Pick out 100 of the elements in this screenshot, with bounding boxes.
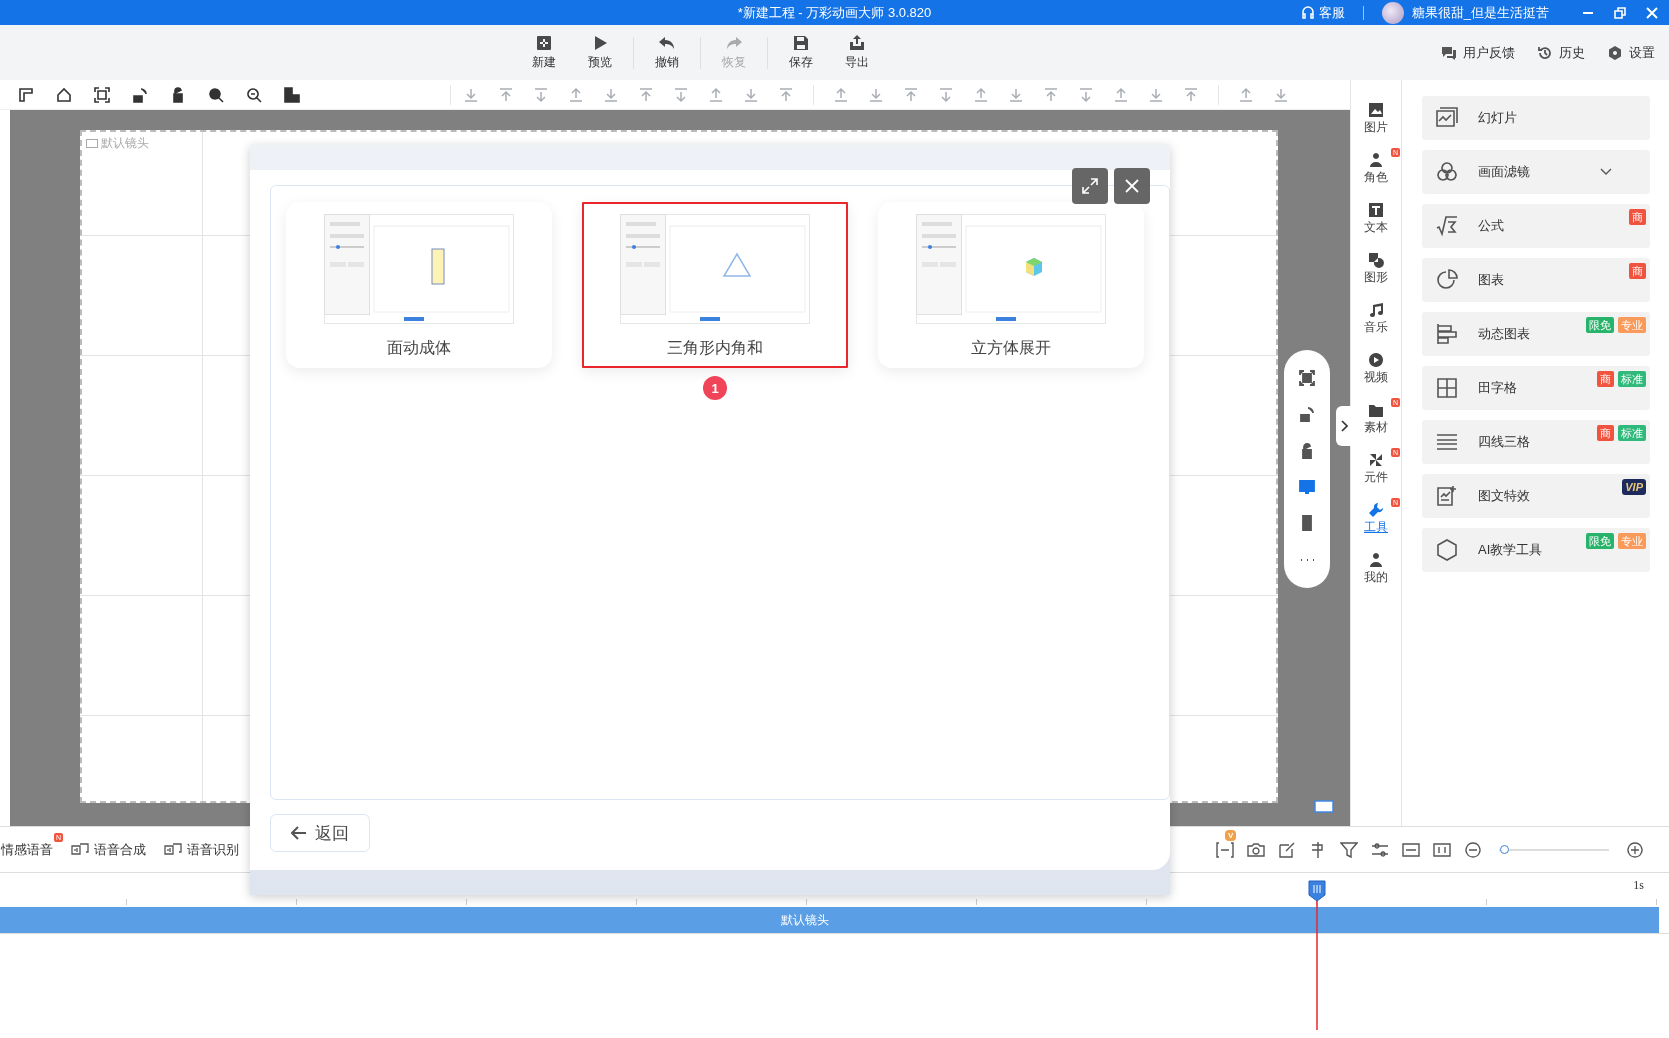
history-icon [1537,44,1553,61]
monitor-icon[interactable] [1299,479,1315,496]
sidebar-tab[interactable]: 元件 [1364,452,1388,486]
restore-icon[interactable] [1613,5,1627,20]
close-icon[interactable] [1645,5,1659,20]
tag: 商 [1597,371,1614,387]
close-button[interactable] [1114,168,1150,204]
pie-chart-icon [1436,269,1458,291]
tool-item[interactable]: 图文特效 VIP [1422,474,1650,518]
template-card[interactable]: 三角形内角和 [582,202,848,368]
voice-tool[interactable]: 情感语音 [1,840,53,859]
time-label: 1s [1633,878,1644,893]
tool-item[interactable]: 画面滤镜 [1422,150,1650,194]
toolbar-button[interactable]: 新建 [516,34,572,71]
fullscreen-button[interactable] [1072,168,1108,204]
zoom-out-icon[interactable] [246,86,262,103]
camera-frame-icon [86,139,98,148]
expand-icon [1082,178,1098,194]
text-icon [1368,202,1384,218]
actual-size-icon[interactable] [1433,840,1451,859]
chevron-right-icon [1340,420,1348,432]
fit-width-icon[interactable] [1402,840,1420,859]
slider-thumb[interactable] [1500,844,1509,854]
window-title: *新建工程 - 万彩动画大师 3.0.820 [737,3,932,22]
toolbar-button[interactable]: 保存 [773,34,829,71]
home-icon[interactable] [56,86,72,103]
sidebar-tab[interactable]: 角色 [1364,152,1388,186]
arrow-left-icon [291,826,307,840]
sidebar-tab[interactable]: 图片 [1364,102,1388,136]
close-icon [1124,178,1140,194]
move-bottom-icon[interactable] [533,86,549,103]
phone-icon[interactable] [1299,515,1315,532]
tag: 专业 [1618,317,1646,333]
tag: 限免 [1586,533,1614,549]
tool-item[interactable]: 公式 商 [1422,204,1650,248]
tool-item[interactable]: 田字格 商 标准 [1422,366,1650,410]
settings-slider-icon[interactable] [1371,840,1389,859]
voice-tool[interactable]: 语音识别 [164,840,239,859]
back-button[interactable]: 返回 [270,814,370,852]
step-marker: 1 [703,376,727,400]
tag: 商 [1629,263,1646,279]
settings-icon [1607,44,1623,61]
sidebar-tab[interactable]: 我的 [1364,552,1388,586]
toolbar-button[interactable]: 预览 [572,34,628,71]
toolbar-link[interactable]: 设置 [1607,43,1655,62]
rotate-icon[interactable] [1299,406,1315,423]
save-icon [792,34,810,52]
rotate-icon[interactable] [132,86,148,103]
fit-icon[interactable] [1216,840,1234,859]
user-name[interactable]: 糖果很甜_但是生活挺苦 [1411,3,1549,22]
voice-tool[interactable]: 语音合成 [71,840,146,859]
music-icon [1368,302,1384,318]
slides-icon [1436,107,1458,129]
support-link[interactable]: 客服 [1300,3,1345,22]
sidebar-tab[interactable]: 图形 [1364,252,1388,286]
camera-icon[interactable] [1247,840,1265,859]
toolbar-link[interactable]: 用户反馈 [1441,43,1515,62]
filter-icon[interactable] [1340,840,1358,859]
move-top-icon[interactable] [498,86,514,103]
template-card[interactable]: 立方体展开 [878,202,1144,368]
zoom-in-icon[interactable] [1626,840,1644,859]
sidebar-tab[interactable]: 音乐 [1364,302,1388,336]
collapse-handle[interactable] [1336,406,1352,446]
toolbar-button[interactable]: 撤销 [639,34,695,71]
feedback-icon [1441,44,1457,61]
tag: 商 [1597,425,1614,441]
edit-icon[interactable] [1278,840,1296,859]
sidebar-tab[interactable]: 素材 [1364,402,1388,436]
zoom-out-icon[interactable] [1464,840,1482,859]
tag: 标准 [1618,425,1646,441]
person-icon [1368,152,1384,168]
vip-badge: V [1225,829,1237,841]
wrench-icon [1368,502,1384,518]
sidebar-tab[interactable]: 文本 [1364,202,1388,236]
tool-item[interactable]: 四线三格 商 标准 [1422,420,1650,464]
zoom-in-icon[interactable] [208,86,224,103]
tool-item[interactable]: 图表 商 [1422,258,1650,302]
voice-icon [71,842,89,857]
tag: 专业 [1618,533,1646,549]
ruler-icon[interactable] [18,86,34,103]
voice-icon [164,842,182,857]
sidebar-tab[interactable]: 视频 [1364,352,1388,386]
toolbar-link[interactable]: 历史 [1537,43,1585,62]
playhead[interactable] [1307,880,1327,1030]
fit-screen-icon[interactable] [1299,370,1315,387]
tag: VIP [1622,479,1646,495]
grid-icon [1436,377,1458,399]
move-up-icon[interactable] [568,86,584,103]
tool-item[interactable]: AI教学工具 限免 专业 [1422,528,1650,572]
template-card[interactable]: 面动成体 [286,202,552,368]
tool-item[interactable]: 动态图表 限免 专业 [1422,312,1650,356]
fit-screen-icon[interactable] [94,86,110,103]
sidebar-tab[interactable]: 工具 [1364,502,1388,536]
screen-ratio-icon[interactable] [1314,800,1334,813]
avatar[interactable] [1381,1,1404,24]
tool-item[interactable]: 幻灯片 [1422,96,1650,140]
layer-icon[interactable] [284,86,300,103]
tag: 标准 [1618,371,1646,387]
shapes-icon [1368,252,1384,268]
toolbar-button[interactable]: 导出 [829,34,885,71]
